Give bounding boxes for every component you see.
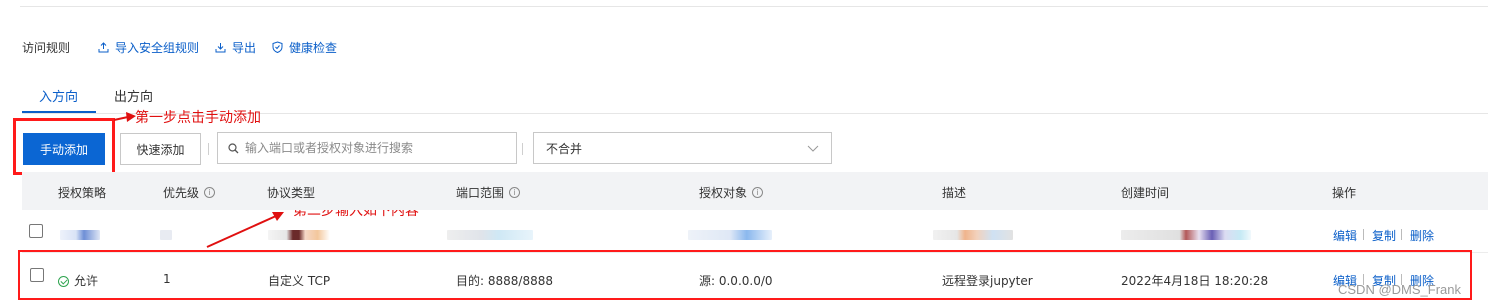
col-ops: 操作 xyxy=(1332,186,1357,200)
check-circle-icon xyxy=(58,276,69,287)
op-divider xyxy=(1363,229,1364,240)
info-icon[interactable]: i xyxy=(204,187,216,198)
step2-arrow xyxy=(206,215,277,248)
edit-link[interactable]: 编辑 xyxy=(1333,227,1357,244)
protocol-cell: 自定义 TCP xyxy=(268,274,331,288)
copy-link[interactable]: 复制 xyxy=(1372,227,1396,244)
watermark: CSDN @DMS_Frank xyxy=(1338,282,1461,297)
policy-cell: 允许 xyxy=(58,272,98,289)
col-policy: 授权策略 xyxy=(58,186,107,200)
col-priority: 优先级 i xyxy=(163,184,216,201)
col-created: 创建时间 xyxy=(1121,186,1170,200)
source-cell: 源: 0.0.0.0/0 xyxy=(699,274,773,288)
info-icon[interactable]: i xyxy=(509,187,521,198)
priority-cell: 1 xyxy=(163,272,171,286)
table-header: 授权策略 优先级 i 协议类型 端口范围 i 授权对象 i 描述 创建时间 操作 xyxy=(22,172,1488,210)
col-protocol: 协议类型 xyxy=(267,186,316,200)
port-cell: 目的: 8888/8888 xyxy=(456,274,553,288)
col-source: 授权对象 i xyxy=(699,184,764,201)
col-port: 端口范围 i xyxy=(456,184,521,201)
created-cell: 2022年4月18日 18:20:28 xyxy=(1121,274,1269,288)
step1-arrow xyxy=(113,116,129,121)
info-icon[interactable]: i xyxy=(752,187,764,198)
desc-cell: 远程登录jupyter xyxy=(942,274,1033,288)
row-checkbox[interactable] xyxy=(29,224,43,238)
op-divider xyxy=(1401,229,1402,240)
col-desc: 描述 xyxy=(942,186,967,200)
step1-annotation: 第一步点击手动添加 xyxy=(135,110,261,126)
delete-link[interactable]: 删除 xyxy=(1410,227,1434,244)
row-checkbox[interactable] xyxy=(30,268,44,282)
